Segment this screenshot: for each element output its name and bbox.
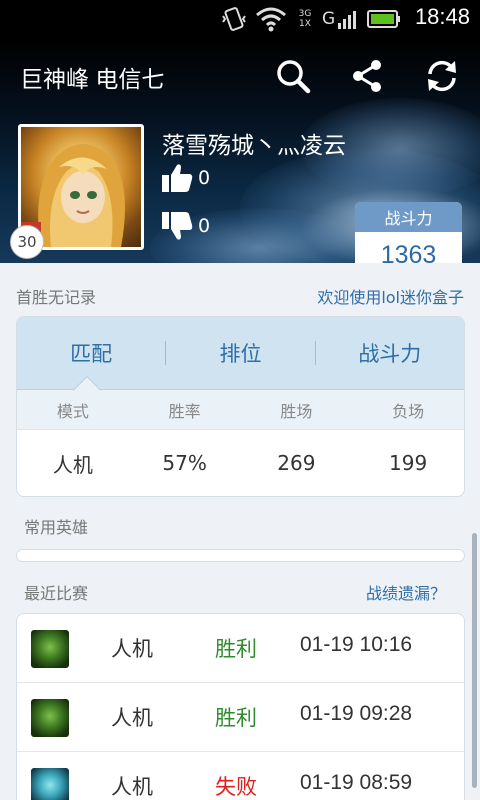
stats-losses: 199: [389, 451, 428, 475]
refresh-icon[interactable]: [422, 56, 462, 96]
heroes-list[interactable]: [16, 549, 465, 562]
col-wins: 胜场: [280, 401, 313, 421]
profile-header: 巨神峰 电信七 落雪殇城丶灬凌云 0 0 战斗力 1363: [0, 38, 480, 263]
vibrate-icon: [220, 6, 248, 32]
match-row[interactable]: 人机 失败 01-19 08:59: [17, 752, 464, 800]
champion-icon: [31, 699, 69, 737]
stats-mode: 人机: [52, 452, 93, 477]
stats-win-rate: 57%: [162, 451, 207, 475]
stats-row: 人机 57% 269 199: [17, 430, 464, 496]
match-time: 01-19 08:59: [300, 771, 413, 794]
welcome-link[interactable]: 欢迎使用lol迷你盒子: [317, 284, 464, 308]
network-1x-text: 1X: [299, 19, 311, 29]
server-title: 巨神峰 电信七: [20, 66, 165, 92]
stats-card: 匹配 排位 战斗力 模式 胜率 胜场 负场 人机 57% 269 199: [16, 316, 465, 497]
match-mode: 人机: [111, 637, 153, 661]
level-badge: 30: [10, 225, 44, 259]
match-row[interactable]: 人机 胜利 01-19 10:16: [17, 614, 464, 683]
match-mode: 人机: [111, 706, 153, 730]
clock: 18:48: [414, 4, 470, 29]
share-icon[interactable]: [348, 56, 388, 96]
network-type-label: 3G 1X: [291, 6, 319, 32]
battery-icon: [366, 6, 402, 32]
content-area: 首胜无记录 欢迎使用lol迷你盒子 匹配 排位 战斗力 模式 胜率 胜场 负场 …: [0, 263, 480, 800]
col-win-rate: 胜率: [168, 401, 201, 421]
col-losses: 负场: [392, 401, 425, 421]
dislikes[interactable]: 0: [160, 210, 210, 242]
heroes-label: 常用英雄: [24, 518, 89, 537]
tab-ranked[interactable]: 排位: [166, 338, 314, 368]
signal-letter: G: [322, 9, 336, 29]
match-result: 胜利: [215, 706, 257, 730]
power-value: 1363: [380, 241, 437, 263]
power-card[interactable]: 战斗力 1363: [355, 202, 462, 263]
first-win-label: 首胜无记录: [16, 288, 97, 307]
tab-match[interactable]: 匹配: [17, 338, 165, 368]
thumbs-down-icon: [162, 212, 193, 240]
signal-icon: G: [322, 6, 362, 32]
match-mode: 人机: [111, 775, 153, 799]
recent-matches-label: 最近比赛: [24, 584, 89, 603]
likes[interactable]: 0: [160, 162, 210, 194]
tab-power[interactable]: 战斗力: [316, 338, 464, 368]
player-name: 落雪殇城丶灬凌云: [162, 133, 346, 159]
stats-wins: 269: [277, 451, 316, 475]
col-mode: 模式: [56, 401, 89, 421]
wifi-icon: [254, 6, 288, 32]
recent-matches-list: 人机 胜利 01-19 10:16 人机 胜利 01-19 09:28 人机 失…: [16, 613, 465, 800]
champion-icon: [31, 768, 69, 800]
thumbs-up-icon: [162, 164, 193, 192]
likes-count: 0: [198, 167, 211, 189]
champion-icon: [31, 630, 69, 668]
dislikes-count: 0: [198, 215, 211, 237]
match-result: 失败: [215, 775, 257, 799]
power-label: 战斗力: [355, 202, 462, 232]
status-bar: 3G 1X G 18:48: [0, 0, 480, 38]
match-row[interactable]: 人机 胜利 01-19 09:28: [17, 683, 464, 752]
network-3g-text: 3G: [298, 9, 312, 19]
match-result: 胜利: [215, 637, 257, 661]
scrollbar[interactable]: [472, 533, 477, 788]
match-time: 01-19 10:16: [300, 633, 413, 656]
missing-records-link[interactable]: 战绩遗漏？: [366, 580, 446, 604]
match-time: 01-19 09:28: [300, 702, 413, 725]
search-icon[interactable]: [273, 56, 313, 96]
